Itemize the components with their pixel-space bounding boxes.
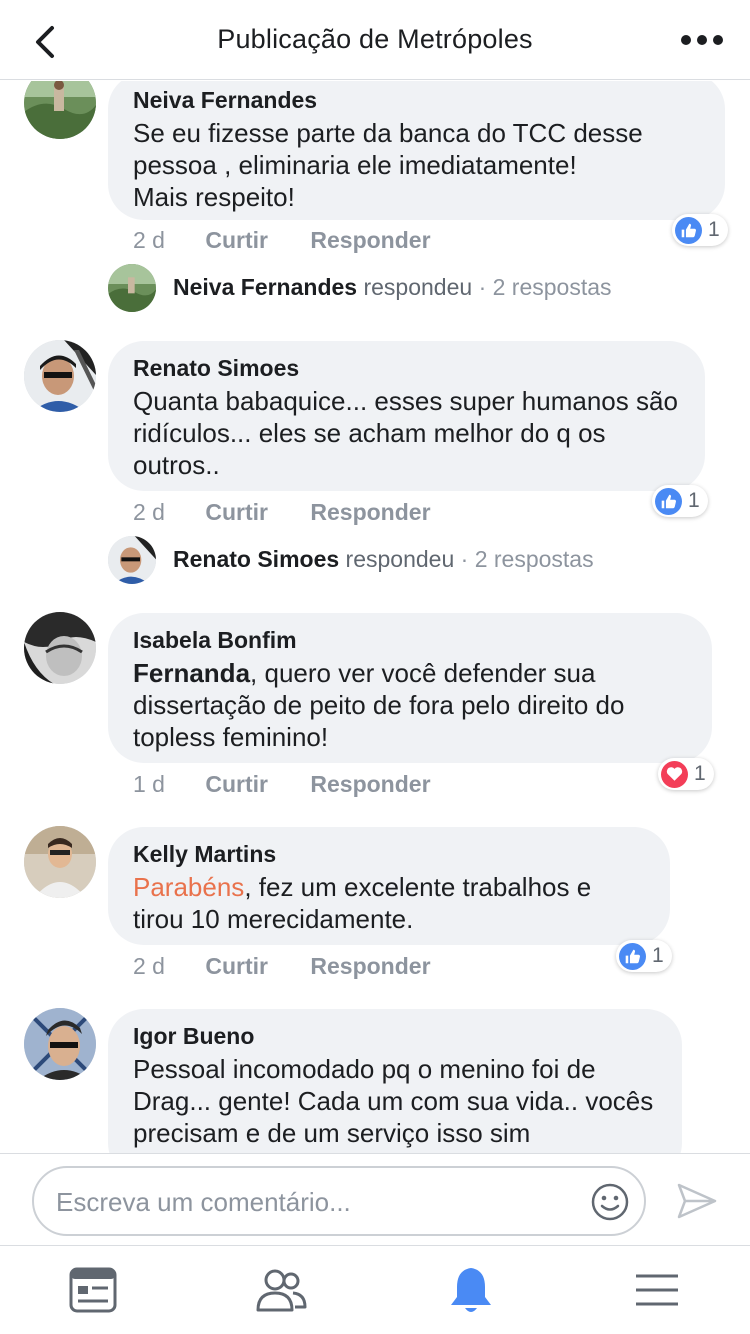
- avatar[interactable]: [24, 81, 96, 139]
- like-button[interactable]: Curtir: [205, 499, 268, 526]
- bell-icon: [451, 1268, 491, 1312]
- page-title: Publicação de Metrópoles: [217, 24, 533, 54]
- like-button[interactable]: Curtir: [205, 771, 268, 798]
- like-button[interactable]: Curtir: [205, 953, 268, 980]
- reply-verb: respondeu: [345, 546, 455, 572]
- comment-actions: 2 d Curtir Responder: [133, 227, 467, 254]
- tab-news-feed[interactable]: [65, 1264, 121, 1316]
- comment-actions: 2 d Curtir Responder: [133, 499, 467, 526]
- tab-notifications[interactable]: [443, 1264, 499, 1316]
- reply-summary: Renato Simoes respondeu · 2 respostas: [173, 546, 594, 573]
- emoji-button[interactable]: [590, 1182, 630, 1222]
- avatar: [108, 536, 156, 584]
- comment-time: 1 d: [133, 771, 165, 797]
- hamburger-menu-icon: [636, 1274, 678, 1306]
- news-feed-icon: [69, 1267, 117, 1313]
- comment-composer: [0, 1153, 750, 1245]
- comment-time: 2 d: [133, 953, 165, 979]
- like-reaction-icon: [655, 487, 682, 515]
- comments-feed[interactable]: Neiva Fernandes Se eu fizesse parte da b…: [0, 81, 750, 1153]
- reaction-count: 1: [708, 218, 720, 241]
- comment-bubble: Isabela Bonfim Fernanda, quero ver você …: [108, 613, 712, 763]
- reaction-count: 1: [694, 762, 706, 785]
- comment-text: Quanta babaquice... esses super humanos …: [133, 386, 678, 480]
- reply-count: · 2 respostas: [460, 546, 594, 572]
- comment-input-container[interactable]: [32, 1166, 646, 1236]
- like-reaction-icon: [619, 942, 646, 970]
- bottom-tab-bar: [0, 1245, 750, 1334]
- comment-author[interactable]: Igor Bueno: [133, 1023, 658, 1049]
- reply-verb: respondeu: [363, 274, 473, 300]
- comment-bubble: Kelly Martins Parabéns, fez um excelente…: [108, 827, 670, 945]
- comment-input[interactable]: [56, 1180, 576, 1224]
- view-replies-link[interactable]: Neiva Fernandes respondeu · 2 respostas: [108, 264, 668, 312]
- reaction-count: 1: [652, 944, 664, 967]
- comment-time: 2 d: [133, 227, 165, 253]
- reply-button[interactable]: Responder: [310, 499, 430, 526]
- friends-icon: [256, 1269, 307, 1312]
- send-icon: [677, 1183, 717, 1219]
- comment-author[interactable]: Isabela Bonfim: [133, 627, 688, 653]
- comment-author[interactable]: Kelly Martins: [133, 841, 646, 867]
- comment-time: 2 d: [133, 499, 165, 525]
- comment-author[interactable]: Renato Simoes: [133, 355, 681, 381]
- comment-author[interactable]: Neiva Fernandes: [133, 87, 701, 113]
- reaction-badge[interactable]: 1: [672, 214, 728, 246]
- more-options-button[interactable]: [680, 28, 724, 52]
- view-replies-link[interactable]: Renato Simoes respondeu · 2 respostas: [108, 536, 668, 584]
- hashtag-link[interactable]: Parabéns: [133, 872, 244, 902]
- reaction-badge[interactable]: 1: [616, 940, 672, 972]
- comment-bubble: Renato Simoes Quanta babaquice... esses …: [108, 341, 705, 491]
- reply-author: Renato Simoes: [173, 546, 340, 572]
- reaction-badge[interactable]: 1: [652, 485, 708, 517]
- mention-link[interactable]: Fernanda: [133, 658, 250, 688]
- like-reaction-icon: [675, 216, 702, 244]
- avatar: [108, 264, 156, 312]
- comment-bubble: Igor Bueno Pessoal incomodado pq o menin…: [108, 1009, 682, 1153]
- send-button[interactable]: [676, 1182, 718, 1220]
- comment-text: Se eu fizesse parte da banca do TCC dess…: [133, 118, 643, 212]
- tab-menu[interactable]: [629, 1264, 685, 1316]
- reaction-count: 1: [688, 489, 700, 512]
- reply-count: · 2 respostas: [478, 274, 612, 300]
- reply-button[interactable]: Responder: [310, 953, 430, 980]
- avatar[interactable]: [24, 612, 96, 684]
- reply-author: Neiva Fernandes: [173, 274, 358, 300]
- reply-button[interactable]: Responder: [310, 771, 430, 798]
- reaction-badge[interactable]: 1: [658, 758, 714, 790]
- avatar[interactable]: [24, 826, 96, 898]
- avatar[interactable]: [24, 1008, 96, 1080]
- comment-actions: 2 d Curtir Responder: [133, 953, 467, 980]
- avatar[interactable]: [24, 340, 96, 412]
- like-button[interactable]: Curtir: [205, 227, 268, 254]
- reply-button[interactable]: Responder: [310, 227, 430, 254]
- comment-text: Pessoal incomodado pq o menino foi de Dr…: [133, 1054, 654, 1148]
- comment-bubble: Neiva Fernandes Se eu fizesse parte da b…: [108, 81, 725, 220]
- comment-actions: 1 d Curtir Responder: [133, 771, 467, 798]
- app-header: Publicação de Metrópoles: [0, 0, 750, 80]
- reply-summary: Neiva Fernandes respondeu · 2 respostas: [173, 274, 612, 301]
- tab-friends[interactable]: [253, 1264, 309, 1316]
- more-horizontal-icon: [681, 35, 723, 45]
- smiley-icon: [591, 1183, 629, 1221]
- love-reaction-icon: [661, 760, 688, 788]
